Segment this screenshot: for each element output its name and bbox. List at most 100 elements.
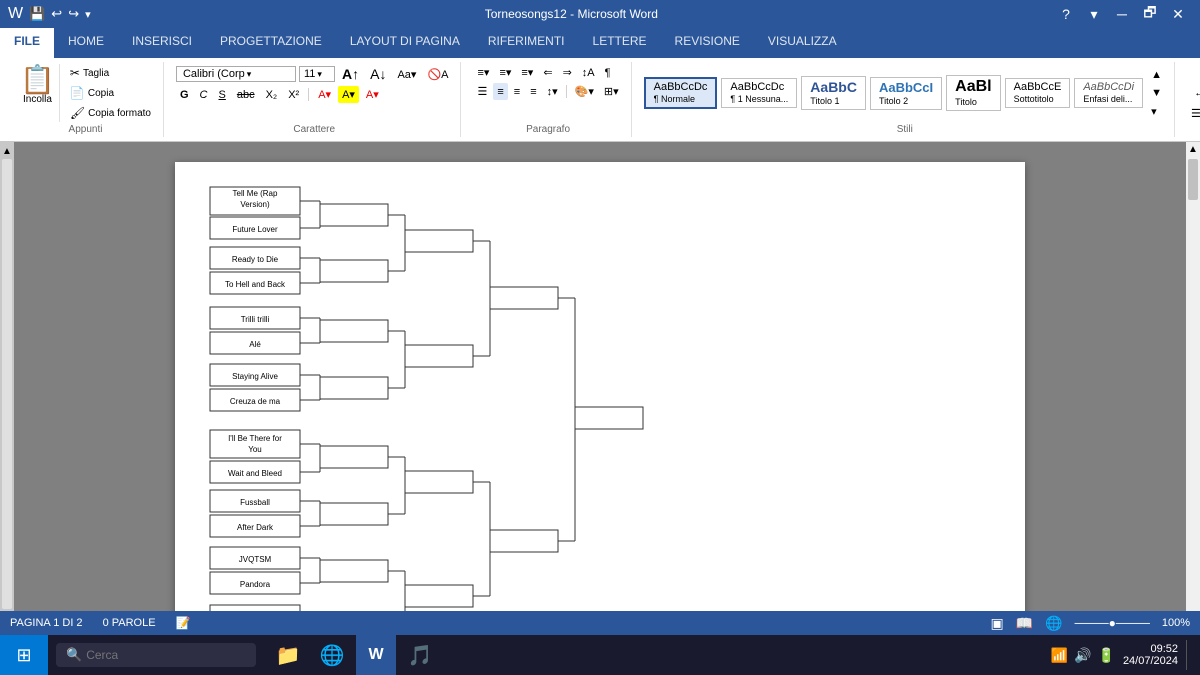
tab-home[interactable]: HOME <box>54 28 118 58</box>
increase-indent-button[interactable]: ⇒ <box>559 64 576 81</box>
styles-scroll-up[interactable]: ▲ <box>1147 67 1166 83</box>
word-count: 0 PAROLE <box>103 617 156 629</box>
tab-visualizza[interactable]: VISUALIZZA <box>754 28 851 58</box>
tab-revisione[interactable]: REVISIONE <box>661 28 754 58</box>
ribbon-group-modifica: 🔍 Trova ▾ ↔ Sostituisci ☰ Seleziona ▾ Mo… <box>1179 62 1200 137</box>
subscript-button[interactable]: X₂ <box>262 87 282 103</box>
svg-text:Creuza de ma: Creuza de ma <box>230 397 281 406</box>
minimize-button[interactable]: ─ <box>1108 0 1136 28</box>
paste-label: Incolla <box>23 94 52 105</box>
quick-undo[interactable]: ↩ <box>51 6 62 22</box>
tab-file[interactable]: FILE <box>0 28 54 58</box>
styles-more[interactable]: ▾ <box>1147 103 1166 120</box>
font-size-dropdown-icon: ▾ <box>317 69 322 80</box>
close-button[interactable]: ✕ <box>1164 0 1192 28</box>
ribbon-body: 📋 Incolla ✂ Taglia 📄 Copia 🖌 Copia forma… <box>0 58 1200 142</box>
replace-button[interactable]: ↔ Sostituisci <box>1190 85 1200 101</box>
style-nessuna[interactable]: AaBbCcDc ¶ 1 Nessuna... <box>721 78 797 108</box>
tab-layout[interactable]: LAYOUT DI PAGINA <box>336 28 474 58</box>
show-desktop-button[interactable] <box>1186 640 1190 670</box>
format-painter-button[interactable]: 🖌 Copia formato <box>66 104 155 122</box>
view-normal-icon[interactable]: ▣ <box>990 615 1003 632</box>
align-right-button[interactable]: ≡ <box>510 83 524 100</box>
tab-inserisci[interactable]: INSERISCI <box>118 28 206 58</box>
taskbar-search-box[interactable]: 🔍 <box>56 643 256 667</box>
italic-button[interactable]: C <box>196 87 212 103</box>
search-icon: 🔍 <box>66 647 82 663</box>
svg-text:I'll Be There for: I'll Be There for <box>228 434 282 443</box>
style-titolo2[interactable]: AaBbCcI Titolo 2 <box>870 77 942 110</box>
styles-scroll-down[interactable]: ▼ <box>1147 85 1166 101</box>
decrease-indent-button[interactable]: ⇐ <box>539 64 556 81</box>
borders-button[interactable]: ⊞▾ <box>600 83 623 100</box>
copy-button[interactable]: 📄 Copia <box>66 84 155 102</box>
quick-save[interactable]: 💾 <box>29 6 45 22</box>
maximize-button[interactable]: 🗗 <box>1136 0 1164 28</box>
ribbon-toggle-button[interactable]: ▾ <box>1080 0 1108 28</box>
search-input[interactable] <box>86 648 246 662</box>
superscript-button[interactable]: X² <box>284 87 303 103</box>
taskbar-word[interactable]: W <box>356 635 396 675</box>
zoom-slider[interactable]: ────●──── <box>1075 616 1150 630</box>
align-center-button[interactable]: ≡ <box>493 83 507 100</box>
shading-button[interactable]: 🎨▾ <box>571 83 598 100</box>
strikethrough-button[interactable]: abc <box>233 87 259 103</box>
vertical-scrollbar[interactable]: ▲ ▼ <box>0 142 14 622</box>
taskbar-chrome[interactable]: 🌐 <box>312 635 352 675</box>
view-web-icon[interactable]: 🌐 <box>1045 615 1062 632</box>
underline-button[interactable]: S <box>215 87 230 103</box>
tab-progettazione[interactable]: PROGETTAZIONE <box>206 28 336 58</box>
right-scroll-up[interactable]: ▲ <box>1186 142 1200 157</box>
pilcrow-button[interactable]: ¶ <box>601 64 615 81</box>
change-case-button[interactable]: Aa▾ <box>393 66 420 83</box>
scroll-up-button[interactable]: ▲ <box>2 146 12 157</box>
clear-format-button[interactable]: 🚫A <box>423 66 452 83</box>
taskbar-date: 24/07/2024 <box>1123 655 1178 667</box>
select-button[interactable]: ☰ Seleziona ▾ <box>1187 105 1200 122</box>
bold-button[interactable]: G <box>176 87 193 103</box>
style-titolo1[interactable]: AaBbC Titolo 1 <box>801 76 866 110</box>
style-normale[interactable]: AaBbCcDc ¶ Normale <box>644 77 718 109</box>
taskbar-spotify[interactable]: 🎵 <box>400 635 440 675</box>
style-sottotitolo[interactable]: AaBbCcE Sottotitolo <box>1005 78 1071 108</box>
start-button[interactable]: ⊞ <box>0 635 48 675</box>
highlight-button[interactable]: A▾ <box>338 86 359 103</box>
help-button[interactable]: ? <box>1052 0 1080 28</box>
font-color-button[interactable]: A▾ <box>314 86 335 103</box>
font-size-selector[interactable]: 11 ▾ <box>299 66 335 82</box>
styles-nav: ▲ ▼ ▾ <box>1147 67 1166 120</box>
tab-riferimenti[interactable]: RIFERIMENTI <box>474 28 579 58</box>
font-grow-button[interactable]: A↑ <box>338 64 363 84</box>
align-left-button[interactable]: ☰ <box>473 83 491 100</box>
para-label: Paragrafo <box>526 122 570 135</box>
style-enfasi[interactable]: AaBbCcDi Enfasi deli... <box>1074 78 1143 108</box>
font-row1: Calibri (Corp ▾ 11 ▾ A↑ A↓ Aa▾ 🚫A <box>176 64 453 84</box>
statusbar-right: ▣ 📖 🌐 ────●──── 100% <box>990 615 1190 632</box>
svg-text:Trilli trilli: Trilli trilli <box>241 315 270 324</box>
style-titolo[interactable]: AaBl Titolo <box>946 75 1000 111</box>
bullets-button[interactable]: ≡▾ <box>473 64 493 81</box>
multilevel-button[interactable]: ≡▾ <box>517 64 537 81</box>
right-scrollbar[interactable]: ▲ ▼ <box>1186 142 1200 622</box>
taskbar-explorer[interactable]: 📁 <box>268 635 308 675</box>
font-name-selector[interactable]: Calibri (Corp ▾ <box>176 66 296 82</box>
page-info: PAGINA 1 DI 2 <box>10 617 83 629</box>
find-button[interactable]: 🔍 Trova ▾ <box>1195 64 1200 81</box>
text-effect-button[interactable]: A▾ <box>362 86 383 103</box>
zoom-level: 100% <box>1162 617 1190 629</box>
paste-button[interactable]: 📋 Incolla <box>16 64 60 122</box>
font-shrink-button[interactable]: A↓ <box>366 64 390 84</box>
sort-button[interactable]: ↕A <box>578 64 599 81</box>
tab-lettere[interactable]: LETTERE <box>579 28 661 58</box>
quick-redo[interactable]: ↪ <box>68 6 79 22</box>
view-reading-icon[interactable]: 📖 <box>1016 615 1033 632</box>
separator1 <box>308 88 309 101</box>
cut-button[interactable]: ✂ Taglia <box>66 64 155 82</box>
svg-text:Staying Alive: Staying Alive <box>232 372 278 381</box>
window-controls[interactable]: ? ▾ ─ 🗗 ✕ <box>1052 0 1192 28</box>
right-scroll-thumb[interactable] <box>1188 159 1198 200</box>
justify-button[interactable]: ≡ <box>526 83 540 100</box>
line-spacing-button[interactable]: ↕▾ <box>543 83 562 100</box>
scroll-thumb[interactable] <box>2 159 12 609</box>
numbering-button[interactable]: ≡▾ <box>495 64 515 81</box>
